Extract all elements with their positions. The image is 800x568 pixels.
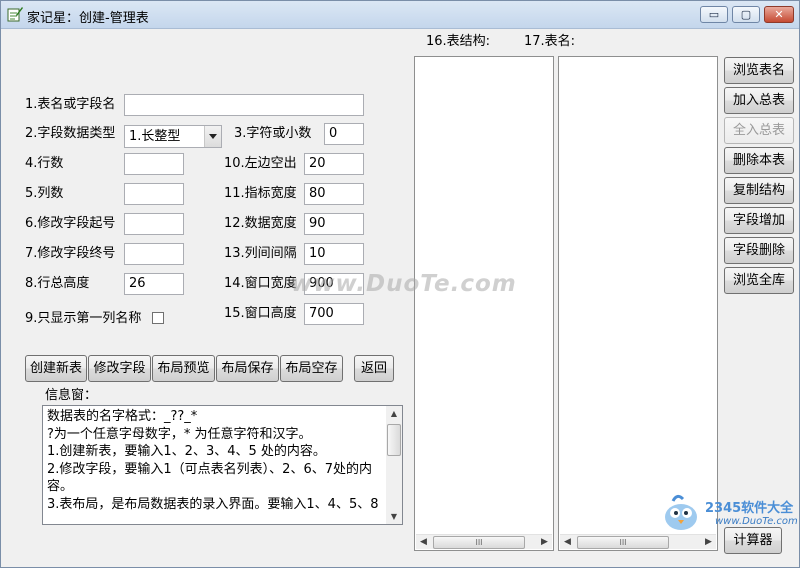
delete-table-button[interactable]: 删除本表 xyxy=(724,147,794,174)
row-total-height-input[interactable]: 26 xyxy=(124,273,184,295)
app-window: 家记星：创建-管理表 ▭ ▢ ✕ 16.表结构: 17.表名: 1.表名或字段名… xyxy=(0,0,800,568)
scroll-thumb[interactable] xyxy=(387,424,401,456)
grip-icon: III xyxy=(619,538,627,547)
scroll-thumb[interactable]: III xyxy=(577,536,669,549)
table-name-list[interactable]: ◀ III ▶ xyxy=(558,56,718,551)
left-margin-input[interactable]: 20 xyxy=(304,153,364,175)
maximize-icon: ▢ xyxy=(740,8,752,21)
field-13-label: 13.列间间隔 xyxy=(224,246,297,261)
table-name-header: 17.表名: xyxy=(524,34,576,49)
field-15-label: 15.窗口高度 xyxy=(224,306,297,321)
info-line: ?为一个任意字母数字，* 为任意字符和汉字。 xyxy=(47,426,312,442)
dropdown-arrow-icon[interactable] xyxy=(204,126,221,147)
info-window-label: 信息窗： xyxy=(45,388,98,403)
field-8-label: 8.行总高度 xyxy=(25,276,90,291)
info-vertical-scrollbar[interactable]: ▲ ▼ xyxy=(386,406,402,524)
info-window[interactable]: 数据表的名字格式：_??_* ?为一个任意字母数字，* 为任意字符和汉字。 1.… xyxy=(42,405,403,525)
info-line: 3.表布局，是布局数据表的录入界面。要输入1、4、5、8 xyxy=(47,496,379,512)
field-12-label: 12.数据宽度 xyxy=(224,216,297,231)
close-icon: ✕ xyxy=(774,8,784,21)
modify-field-button[interactable]: 修改字段 xyxy=(88,355,151,382)
table-structure-list[interactable]: ◀ III ▶ xyxy=(414,56,554,551)
field-9-label: 9.只显示第一列名称 xyxy=(25,311,142,326)
add-all-to-total-button[interactable]: 全入总表 xyxy=(724,117,794,144)
field-data-type-select[interactable]: 1.长整型 xyxy=(124,125,222,148)
logo-name: 2345软件大全 xyxy=(705,501,794,516)
minimize-icon: ▭ xyxy=(708,8,720,21)
delete-field-button[interactable]: 字段删除 xyxy=(724,237,794,264)
window-title: 家记星：创建-管理表 xyxy=(27,11,149,26)
field-14-label: 14.窗口宽度 xyxy=(224,276,297,291)
first-column-only-checkbox[interactable] xyxy=(152,312,164,324)
back-button[interactable]: 返回 xyxy=(354,355,394,382)
browse-all-button[interactable]: 浏览全库 xyxy=(724,267,794,294)
field-5-label: 5.列数 xyxy=(25,186,64,201)
maximize-button[interactable]: ▢ xyxy=(732,6,760,23)
notepad-pencil-icon xyxy=(7,7,23,22)
scroll-up-icon[interactable]: ▲ xyxy=(386,406,402,421)
field-7-label: 7.修改字段终号 xyxy=(25,246,116,261)
watermark: www.DuoTe.com xyxy=(291,271,517,297)
field-4-label: 4.行数 xyxy=(25,156,64,171)
add-field-button[interactable]: 字段增加 xyxy=(724,207,794,234)
structure-horizontal-scrollbar[interactable]: ◀ III ▶ xyxy=(416,534,552,549)
scroll-left-icon[interactable]: ◀ xyxy=(560,535,575,550)
bird-mascot-icon xyxy=(665,494,697,530)
create-table-button[interactable]: 创建新表 xyxy=(25,355,87,382)
field-10-label: 10.左边空出 xyxy=(224,156,297,171)
info-text: 数据表的名字格式：_??_* ?为一个任意字母数字，* 为任意字符和汉字。 1.… xyxy=(47,408,387,514)
field-11-label: 11.指标宽度 xyxy=(224,186,297,201)
field-1-label: 1.表名或字段名 xyxy=(25,97,116,112)
info-line: 1.创建新表，要输入1、2、3、4、5 处的内容。 xyxy=(47,444,326,460)
scroll-right-icon[interactable]: ▶ xyxy=(537,535,552,550)
indicator-width-input[interactable]: 80 xyxy=(304,183,364,205)
info-line: 数据表的名字格式：_??_* xyxy=(47,409,198,424)
column-count-input[interactable] xyxy=(124,183,184,205)
table-or-field-name-input[interactable] xyxy=(124,94,364,116)
add-to-total-button[interactable]: 加入总表 xyxy=(724,87,794,114)
field-3-label: 3.字符或小数 xyxy=(234,126,312,141)
layout-preview-button[interactable]: 布局预览 xyxy=(152,355,215,382)
title-bar[interactable]: 家记星：创建-管理表 ▭ ▢ ✕ xyxy=(1,1,799,29)
scroll-thumb[interactable]: III xyxy=(433,536,525,549)
modify-field-start-input[interactable] xyxy=(124,213,184,235)
site-logo: 2345软件大全 www.DuoTe.com xyxy=(657,487,798,547)
browse-table-names-button[interactable]: 浏览表名 xyxy=(724,57,794,84)
minimize-button[interactable]: ▭ xyxy=(700,6,728,23)
table-structure-header: 16.表结构: xyxy=(426,34,491,49)
layout-save-button[interactable]: 布局保存 xyxy=(216,355,279,382)
scroll-down-icon[interactable]: ▼ xyxy=(386,509,402,524)
data-width-input[interactable]: 90 xyxy=(304,213,364,235)
row-count-input[interactable] xyxy=(124,153,184,175)
copy-structure-button[interactable]: 复制结构 xyxy=(724,177,794,204)
modify-field-end-input[interactable] xyxy=(124,243,184,265)
field-6-label: 6.修改字段起号 xyxy=(25,216,116,231)
field-data-type-value: 1.长整型 xyxy=(129,129,181,144)
logo-url: www.DuoTe.com xyxy=(715,516,798,527)
chars-or-decimals-input[interactable]: 0 xyxy=(324,123,364,145)
scroll-left-icon[interactable]: ◀ xyxy=(416,535,431,550)
info-line: 2.修改字段，要输入1（可点表名列表）、2、6、7处的内 xyxy=(47,461,372,477)
column-gap-input[interactable]: 10 xyxy=(304,243,364,265)
field-2-label: 2.字段数据类型 xyxy=(25,126,116,141)
window-height-input[interactable]: 700 xyxy=(304,303,364,325)
close-button[interactable]: ✕ xyxy=(764,6,794,23)
grip-icon: III xyxy=(475,538,483,547)
info-line: 容。 xyxy=(47,479,74,495)
layout-clear-button[interactable]: 布局空存 xyxy=(280,355,343,382)
